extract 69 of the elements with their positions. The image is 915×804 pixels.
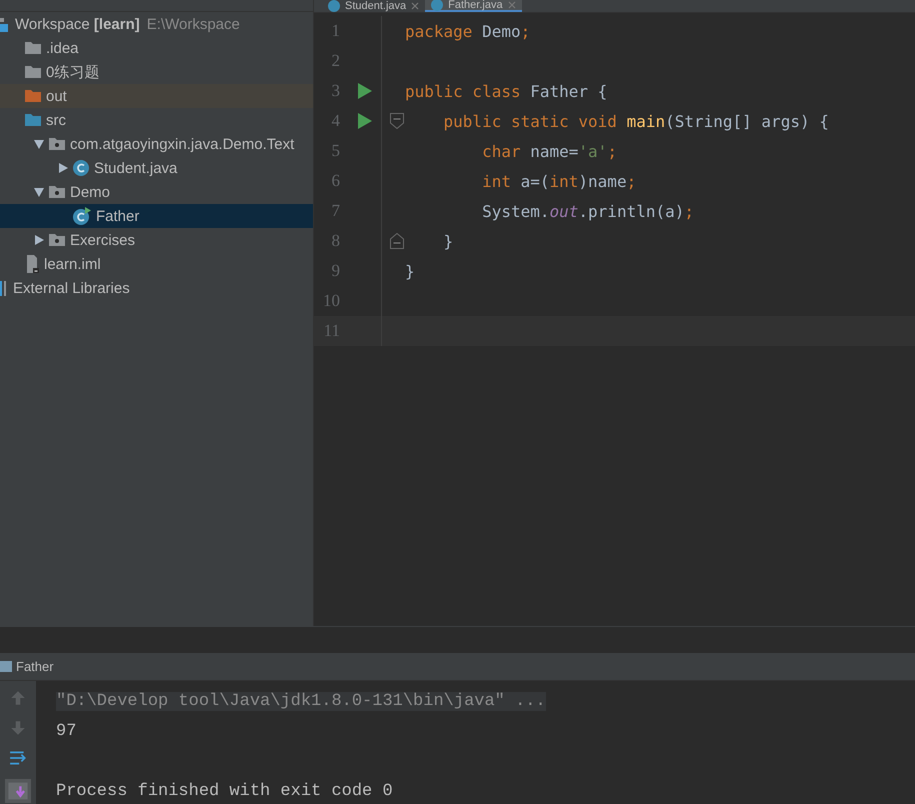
- item-label: Demo: [70, 184, 110, 200]
- code-line: char name='a';: [481, 142, 617, 160]
- collapsed-arrow-icon[interactable]: [58, 163, 68, 173]
- tree-item[interactable]: 0练习题: [0, 60, 313, 84]
- run-icon[interactable]: [358, 113, 372, 129]
- expanded-arrow-icon[interactable]: [34, 187, 44, 197]
- tree-item[interactable]: com.atgaoyingxin.java.Demo.Text: [0, 132, 313, 156]
- tree-item[interactable]: Workspace [learn] E:\Workspace: [0, 12, 313, 36]
- folder-icon: [25, 64, 41, 80]
- line-number: 7: [330, 201, 340, 221]
- code-line: System.out.println(a);: [481, 202, 694, 220]
- package-icon: [49, 232, 65, 248]
- tree-item[interactable]: Exercises: [0, 228, 313, 252]
- item-label: src: [46, 112, 66, 128]
- code-line: public class Father {: [405, 82, 608, 100]
- run-title: Father: [16, 659, 54, 674]
- tree-item[interactable]: Demo: [0, 180, 313, 204]
- folder-icon: [25, 40, 41, 56]
- tree-item[interactable]: out: [0, 84, 313, 108]
- code-line: int a=(int)name;: [481, 172, 636, 190]
- item-label: out: [46, 88, 67, 104]
- item-label: com.atgaoyingxin.java.Demo.Text: [70, 136, 294, 152]
- fold-icon[interactable]: [390, 233, 404, 249]
- item-label: .idea: [46, 40, 79, 56]
- line-number: 6: [330, 171, 340, 191]
- line-number: 9: [330, 261, 340, 281]
- tree-item[interactable]: learn.iml: [0, 252, 313, 276]
- item-label: learn.iml: [44, 256, 101, 272]
- line-number: 10: [322, 291, 340, 311]
- item-label: Father: [96, 208, 140, 224]
- code-line: }: [442, 232, 454, 250]
- line-number: 4: [330, 111, 340, 131]
- line-number: 2: [330, 51, 340, 71]
- item-path: E:\Workspace: [146, 16, 240, 32]
- module-icon: [0, 16, 10, 32]
- fold-icon[interactable]: [390, 113, 404, 129]
- wrap-icon[interactable]: [9, 749, 27, 767]
- tree-item[interactable]: Student.java: [0, 156, 313, 180]
- item-label: 0练习题: [46, 62, 100, 82]
- run-icon[interactable]: [358, 83, 372, 99]
- output-line: Process finished with exit code 0: [56, 782, 393, 800]
- close-icon[interactable]: [411, 2, 420, 10]
- package-icon: [49, 184, 65, 200]
- line-number: 5: [330, 141, 340, 161]
- line-number: 1: [330, 21, 340, 41]
- file-tab[interactable]: Father.java: [425, 0, 522, 12]
- expanded-arrow-icon[interactable]: [34, 139, 44, 149]
- item-label: Exercises: [70, 232, 136, 248]
- library-icon: [0, 280, 8, 296]
- item-label: Workspace [learn]: [15, 16, 140, 32]
- folder-icon: [25, 88, 41, 104]
- folder-icon: [25, 112, 41, 128]
- tree-item[interactable]: Father: [0, 204, 313, 228]
- collapsed-arrow-icon[interactable]: [34, 235, 44, 245]
- package-icon: [49, 136, 65, 152]
- code-line: package Demo;: [405, 22, 530, 40]
- tree-item[interactable]: .idea: [0, 36, 313, 60]
- tree-item[interactable]: External Libraries: [0, 276, 313, 300]
- output-line: 97: [56, 722, 76, 740]
- window-icon: [0, 661, 12, 672]
- file-icon: [25, 255, 39, 273]
- code-line: }: [405, 262, 415, 280]
- item-label: Student.java: [94, 160, 178, 176]
- file-tab[interactable]: Student.java: [322, 0, 426, 12]
- line-number: 8: [330, 231, 340, 251]
- item-label: External Libraries: [13, 280, 130, 296]
- tree-item[interactable]: src: [0, 108, 313, 132]
- code-line: public static void main(String[] args) {: [442, 112, 829, 130]
- line-number: 3: [330, 81, 340, 101]
